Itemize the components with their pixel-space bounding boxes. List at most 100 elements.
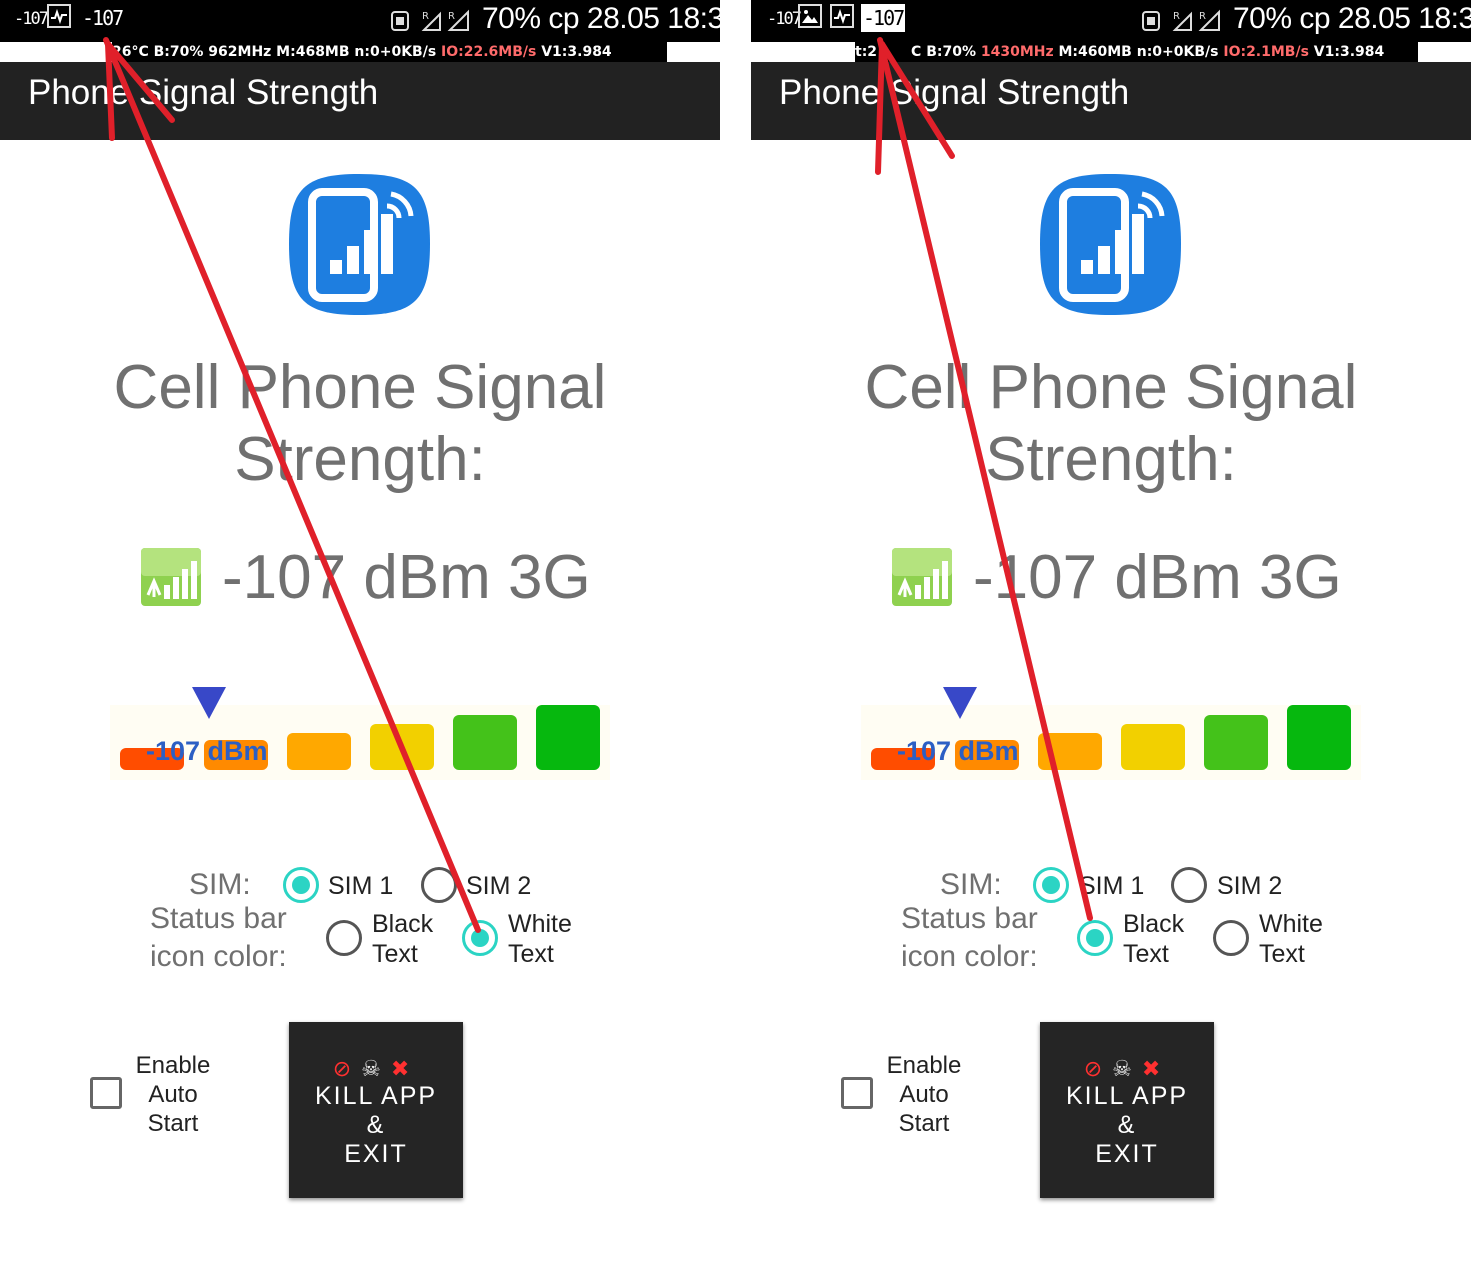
kill-app-label[interactable]: KILL APP & EXIT [1040,1082,1214,1169]
white-text-radio[interactable] [462,920,498,956]
svg-text:R: R [1199,11,1206,22]
autostart-line-1: Enable [135,1052,211,1079]
voltage: V1:3.984 [1308,44,1385,60]
skull-crossbones-icon: ☠ [1112,1056,1142,1081]
sim2-radio[interactable] [1171,867,1207,903]
autostart-label[interactable]: Enable Auto Start [879,1051,969,1138]
signal-meter: -107 dBm [110,680,610,790]
meter-bar-6 [1287,705,1351,770]
battery-and-time: 70% ср 28.05 18:36 [1233,2,1471,35]
memory-network: M:460MB n:0+0KB/s [1053,44,1224,60]
status-signal-small: -107 [14,9,49,29]
black-text-label-2[interactable]: Text [372,940,418,969]
autostart-label[interactable]: Enable Auto Start [128,1051,218,1138]
icon-color-label-line-2: icon color: [901,940,1038,973]
signal-heading: Cell Phone Signal Strength: [751,352,1471,496]
kill-app-label[interactable]: KILL APP & EXIT [289,1082,463,1169]
signal-heading: Cell Phone Signal Strength: [0,352,720,496]
meter-label: -107 dBm [897,736,1019,766]
status-signal-highlight: -107 [82,6,124,30]
sim1-label[interactable]: SIM 1 [328,872,393,901]
cross-mark-icon: ✖ [1141,1056,1171,1081]
signal-readout: -107 dBm 3G [140,543,591,612]
autostart-line-3: Start [147,1110,199,1137]
signal-bars-icon [891,547,953,607]
meter-bar-3 [287,733,351,770]
autostart-line-1: Enable [886,1052,962,1079]
sim1-label[interactable]: SIM 1 [1079,872,1144,901]
battery-and-time: 70% ср 28.05 18:36 [482,2,720,35]
sim-signal-icons: R R [390,8,472,32]
sim2-label[interactable]: SIM 2 [1217,872,1282,901]
meter-label: -107 dBm [146,736,268,766]
meter-bar-4 [1121,724,1185,770]
app-bar: Phone Signal Strength [0,62,720,140]
status-bar: -107 -107 R R 70% ср 28.05 18:36 [0,0,720,42]
status-bar: -107 -107 R R 70% ср 28.05 18:36 [751,0,1471,42]
black-text-label-2[interactable]: Text [1123,940,1169,969]
heading-line-2: Strength: [985,425,1237,494]
autostart-line-2: Auto [148,1081,198,1108]
io-rate: IO:2.1MB/s [1223,44,1309,60]
svg-text:R: R [448,11,455,22]
io-rate: IO:22.6MB/s [441,44,537,60]
icon-color-label-line-1: Status bar [901,902,1038,935]
activity-monitor-icon [830,4,854,28]
kill-line-1: KILL APP [1065,1082,1189,1110]
icon-color-label-line-2: icon color: [150,940,287,973]
white-text-label-1[interactable]: White [508,910,572,939]
signal-meter: -107 dBm [861,680,1361,790]
info-text-start: t:2 [855,44,878,60]
sim2-label[interactable]: SIM 2 [466,872,531,901]
sim-label: SIM: [940,868,1002,901]
autostart-line-3: Start [898,1110,950,1137]
white-text-label-1[interactable]: White [1259,910,1323,939]
kill-line-1: KILL APP [314,1082,438,1110]
signal-bars-icon [140,547,202,607]
autostart-line-2: Auto [899,1081,949,1108]
sim1-radio[interactable] [1033,867,1069,903]
screenshot-panel-right: -107 -107 R R 70% ср 28.05 18:36 t:2 C B:… [751,0,1471,1280]
app-bar: Phone Signal Strength [751,62,1471,140]
prohibited-icon: ⊘ [332,1056,362,1081]
icon-color-label-line-1: Status bar [150,902,287,935]
black-text-label-1[interactable]: Black [1123,910,1184,939]
white-text-label-2[interactable]: Text [1259,940,1305,969]
info-text: C B:70% [911,44,981,60]
kill-line-2: & [1117,1111,1137,1139]
activity-monitor-icon [47,4,71,28]
skull-crossbones-icon: ☠ [361,1056,391,1081]
meter-bar-3 [1038,733,1102,770]
black-text-radio[interactable] [1077,920,1113,956]
signal-value: -107 dBm 3G [973,542,1342,612]
phone-signal-app-icon [1038,172,1183,317]
autostart-checkbox[interactable] [841,1077,873,1109]
sim-label: SIM: [189,868,251,901]
kill-button-icons: ⊘☠✖ [289,1056,463,1082]
screenshot-panel-left: -107 -107 R R 70% ср 28.05 18:36 26°C B:… [0,0,720,1280]
gallery-image-icon [798,4,822,28]
kill-line-3: EXIT [1095,1140,1159,1168]
autostart-checkbox[interactable] [90,1077,122,1109]
white-text-label-2[interactable]: Text [508,940,554,969]
meter-bar-5 [1204,715,1268,770]
sim1-radio[interactable] [283,867,319,903]
svg-text:R: R [1173,11,1180,22]
cpu-frequency: 1430MHz [980,44,1054,60]
voltage: V1:3.984 [536,44,612,60]
meter-bar-4 [370,724,434,770]
black-text-radio[interactable] [326,920,362,956]
kill-line-3: EXIT [344,1140,408,1168]
heading-line-1: Cell Phone Signal [113,353,607,422]
heading-line-1: Cell Phone Signal [864,353,1358,422]
svg-text:R: R [422,11,429,22]
sim-signal-icons: R R [1141,8,1223,32]
prohibited-icon: ⊘ [1083,1056,1113,1081]
meter-bar-6 [536,705,600,770]
app-title: Phone Signal Strength [779,73,1130,112]
black-text-label-1[interactable]: Black [372,910,433,939]
signal-readout: -107 dBm 3G [891,543,1342,612]
cross-mark-icon: ✖ [390,1056,420,1081]
white-text-radio[interactable] [1213,920,1249,956]
sim2-radio[interactable] [421,867,457,903]
